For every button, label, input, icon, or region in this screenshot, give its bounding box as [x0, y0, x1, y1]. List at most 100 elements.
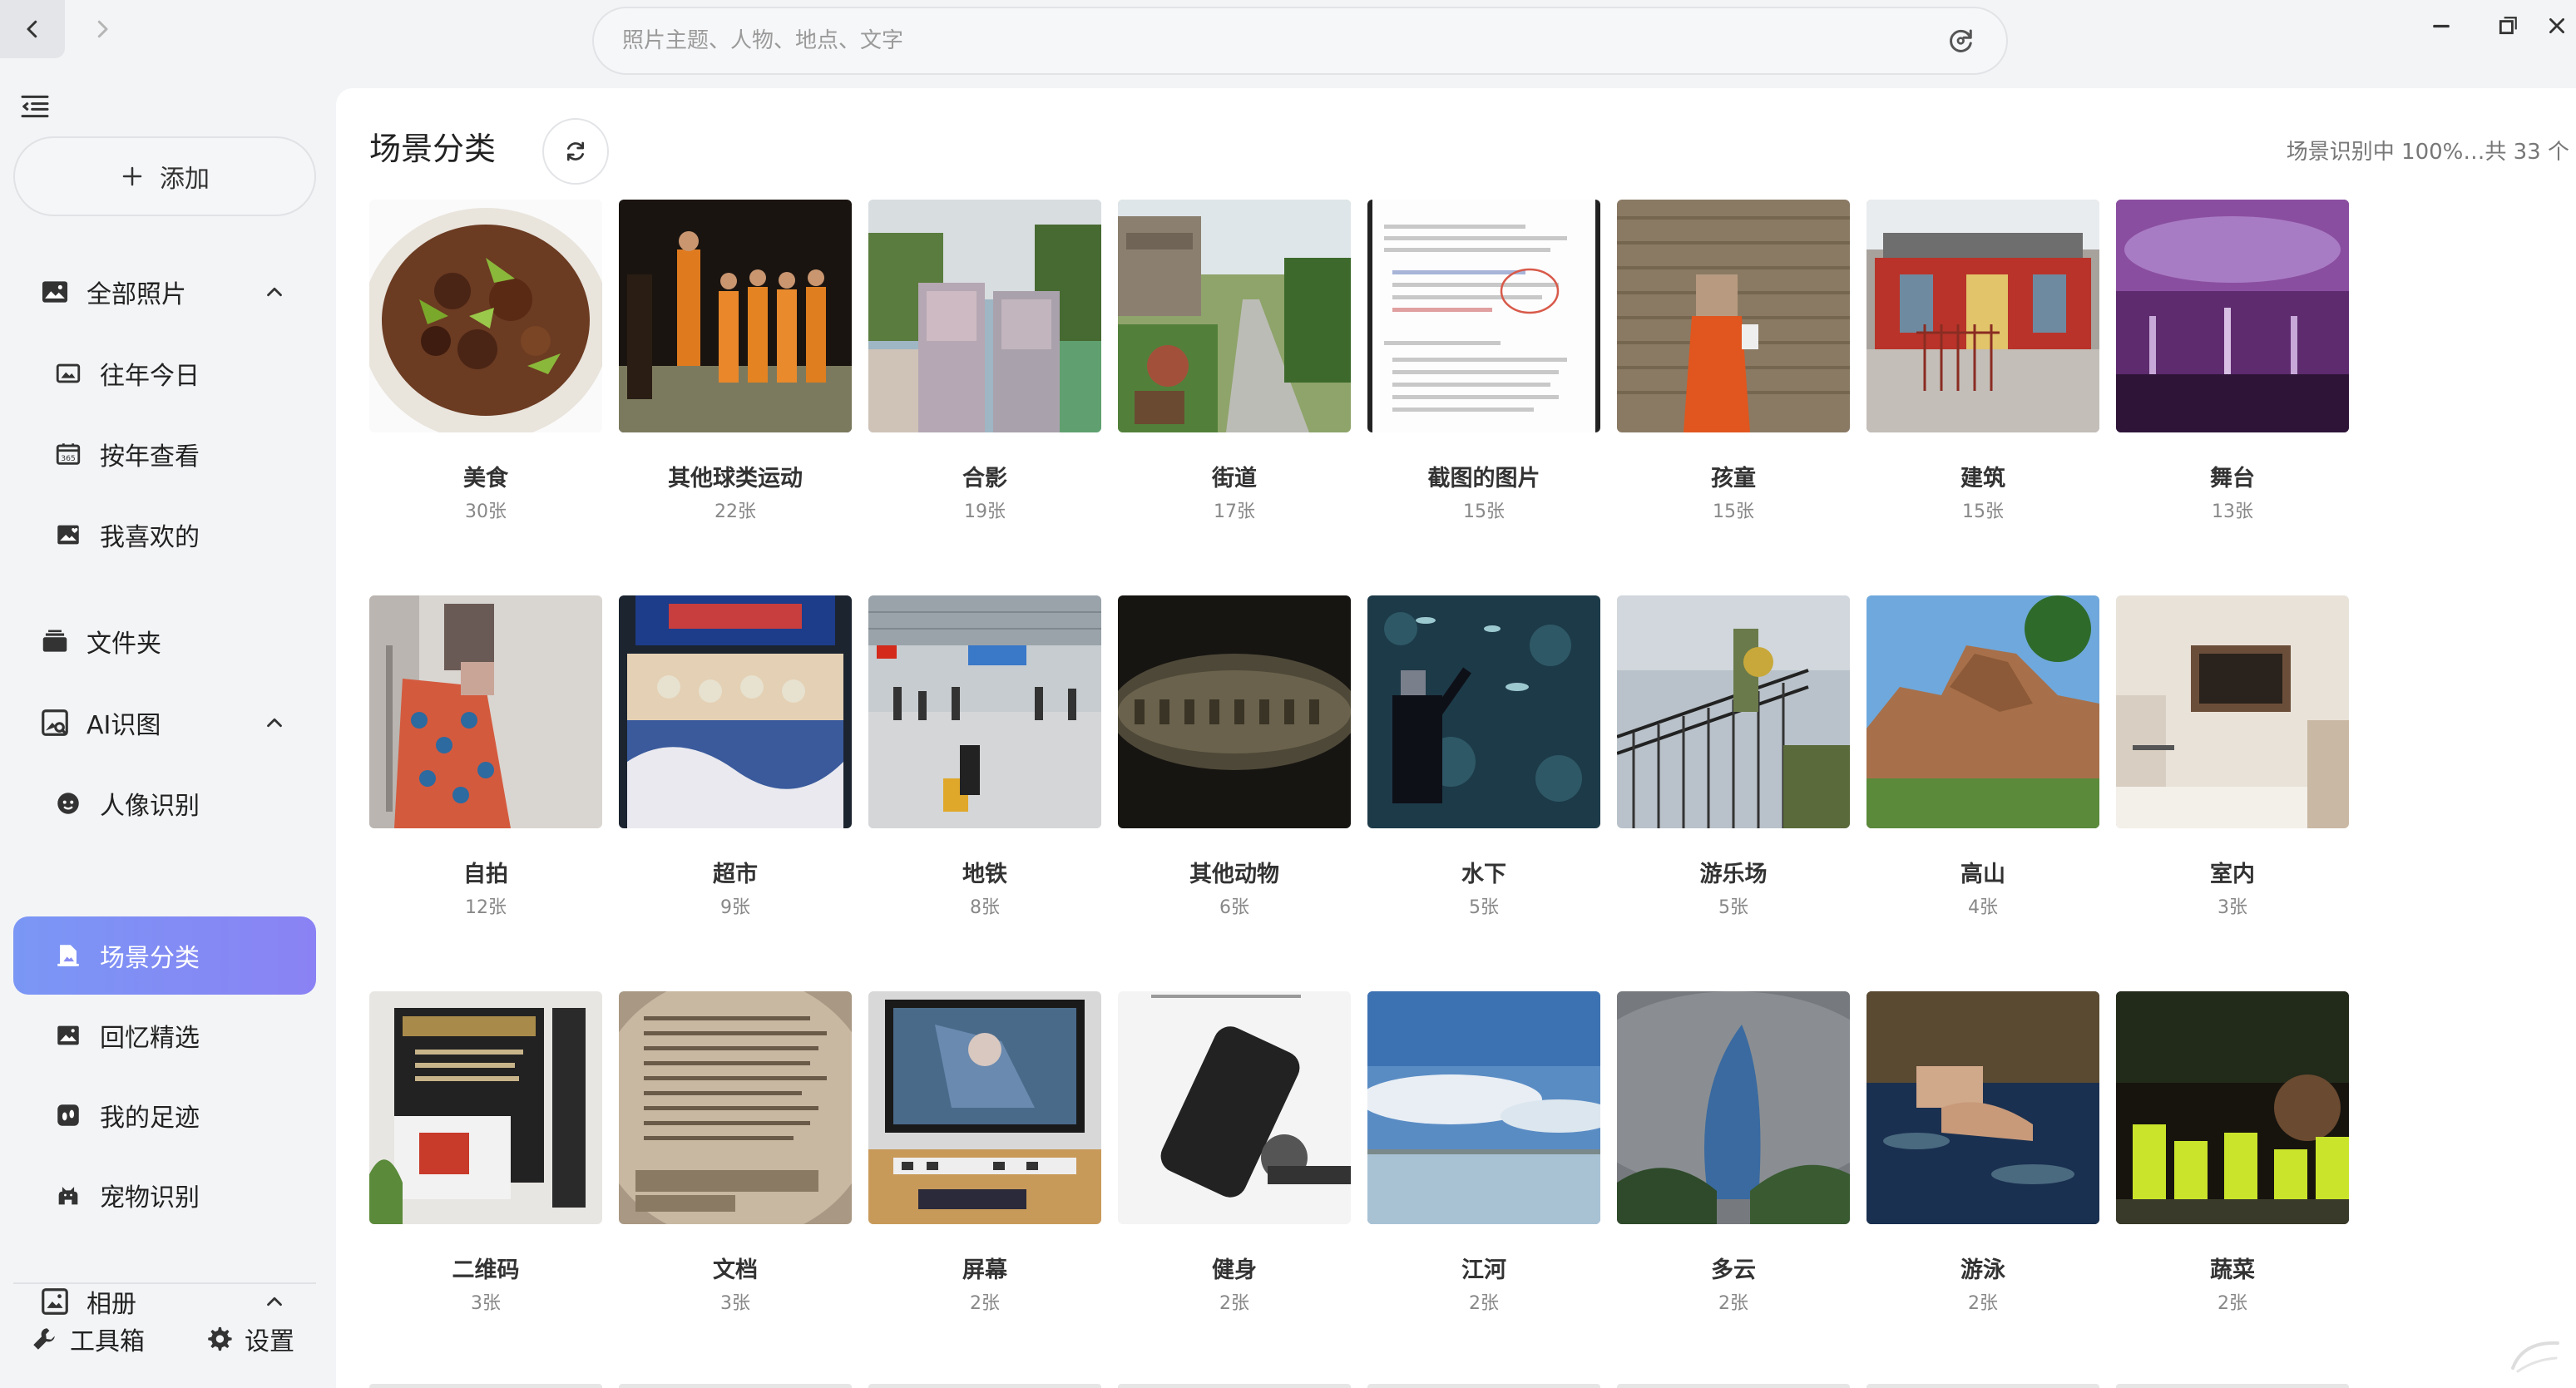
scene-photo-count: 15张: [1713, 501, 1754, 522]
scene-thumbnail[interactable]: [2116, 991, 2349, 1224]
scene-photo-count: 3张: [471, 1293, 501, 1314]
scene-classification-panel: 场景分类 场景识别中 100%…共 33 个 美食 30张 其他球类运动 22张 合影 1…: [336, 88, 2576, 1388]
scene-photo-count: 3张: [720, 1293, 750, 1314]
minimize-button[interactable]: [2412, 0, 2470, 52]
sidebar-item-favorites[interactable]: 我喜欢的: [13, 496, 316, 574]
sidebar-section-all-photos[interactable]: 全部照片: [13, 253, 316, 331]
scene-thumbnail[interactable]: [369, 200, 602, 432]
scene-tile[interactable]: 江河 2张: [1367, 991, 1600, 1357]
scene-tile[interactable]: 自拍 12张: [369, 595, 602, 961]
scene-thumbnail[interactable]: [1118, 991, 1351, 1224]
close-button[interactable]: [2537, 0, 2576, 52]
scene-name: 街道: [1212, 466, 1257, 491]
scene-thumbnail[interactable]: [1367, 991, 1600, 1224]
sidebar-section-folders[interactable]: 文件夹: [13, 602, 316, 680]
search-refresh-icon[interactable]: [1946, 26, 1976, 56]
scene-thumbnail[interactable]: [1866, 595, 2099, 828]
sidebar-item-pet-recognition[interactable]: 宠物识别: [13, 1156, 316, 1234]
forward-button[interactable]: [70, 0, 135, 58]
scene-photo-count: 19张: [964, 501, 1006, 522]
scene-thumbnail[interactable]: [619, 200, 852, 432]
scene-tile[interactable]: 地铁 8张: [868, 595, 1101, 961]
photos-app-window: { "search": { "placeholder": "照片主题、人物、地点…: [0, 0, 2576, 1388]
scene-thumbnail[interactable]: [2116, 595, 2349, 828]
scene-tile[interactable]: 蔬菜 2张: [2116, 991, 2349, 1357]
scene-thumbnail[interactable]: [1866, 200, 2099, 432]
scene-thumbnail[interactable]: [1118, 200, 1351, 432]
sidebar-item-footprints[interactable]: 我的足迹: [13, 1076, 316, 1154]
add-button-label: 添加: [160, 165, 210, 194]
footprint-icon: [52, 1099, 85, 1132]
scene-name: 游乐场: [1699, 862, 1768, 887]
search-input[interactable]: [622, 28, 1946, 53]
scene-tile[interactable]: 舞台 13张: [2116, 200, 2349, 566]
chevron-up-icon[interactable]: [258, 706, 291, 739]
watermark-logo: [2511, 1341, 2559, 1373]
scene-thumbnail[interactable]: [1617, 595, 1850, 828]
heart-photo-icon: [52, 518, 85, 551]
scene-thumbnail[interactable]: [1617, 991, 1850, 1224]
title-bar: [0, 0, 2576, 83]
sidebar-item-face-recognition[interactable]: 人像识别: [13, 764, 316, 842]
sidebar-item-memories[interactable]: 回忆精选: [13, 996, 316, 1074]
scene-tile[interactable]: 高山 4张: [1866, 595, 2099, 961]
scene-tile[interactable]: 游泳 2张: [1866, 991, 2099, 1357]
search-bar[interactable]: [592, 7, 2008, 75]
refresh-button[interactable]: [542, 118, 609, 185]
scene-tile[interactable]: 其他动物 6张: [1118, 595, 1351, 961]
scene-tile[interactable]: 屏幕 2张: [868, 991, 1101, 1357]
scene-thumbnail[interactable]: [369, 991, 602, 1224]
scene-photo-count: 17张: [1214, 501, 1255, 522]
scene-photo-count: 5张: [1469, 897, 1499, 918]
scene-tile[interactable]: 合影 19张: [868, 200, 1101, 566]
next-row-peek: [1617, 1384, 1850, 1388]
scene-thumbnail[interactable]: [1118, 595, 1351, 828]
scene-thumbnail[interactable]: [868, 595, 1101, 828]
scene-thumbnail[interactable]: [619, 595, 852, 828]
scene-tile[interactable]: 游乐场 5张: [1617, 595, 1850, 961]
sidebar-item-by-year[interactable]: 365 按年查看: [13, 415, 316, 493]
scene-thumbnail[interactable]: [1866, 991, 2099, 1224]
scene-thumbnail[interactable]: [1367, 200, 1600, 432]
scene-thumbnail[interactable]: [1367, 595, 1600, 828]
sidebar-section-ai-recognition[interactable]: AI识图: [13, 684, 316, 762]
toolbox-button[interactable]: 工具箱: [30, 1312, 145, 1366]
scene-tile[interactable]: 超市 9张: [619, 595, 852, 961]
sidebar-item-on-this-day[interactable]: 往年今日: [13, 334, 316, 412]
scene-tile[interactable]: 健身 2张: [1118, 991, 1351, 1357]
sidebar-item-scene-classification[interactable]: 场景分类: [13, 916, 316, 995]
next-row-peek: [868, 1384, 1101, 1388]
scene-thumbnail[interactable]: [1617, 200, 1850, 432]
scene-thumbnail[interactable]: [2116, 200, 2349, 432]
back-button[interactable]: [0, 0, 65, 58]
scene-tile[interactable]: 美食 30张: [369, 200, 602, 566]
scene-tile[interactable]: 其他球类运动 22张: [619, 200, 852, 566]
scene-name: 自拍: [463, 862, 508, 887]
scene-tile[interactable]: 文档 3张: [619, 991, 852, 1357]
sidebar-section-label: 全部照片: [87, 280, 186, 309]
scene-thumbnail[interactable]: [619, 991, 852, 1224]
add-button[interactable]: 添加: [13, 136, 316, 216]
scene-tile[interactable]: 街道 17张: [1118, 200, 1351, 566]
recognition-status: 场景识别中 100%…共 33 个: [2286, 140, 2569, 165]
scene-tile[interactable]: 建筑 15张: [1866, 200, 2099, 566]
restore-button[interactable]: [2479, 0, 2537, 52]
scene-name: 其他球类运动: [668, 466, 803, 491]
scene-thumbnail[interactable]: [868, 991, 1101, 1224]
next-row-peek: [2116, 1384, 2349, 1388]
scene-tile[interactable]: 二维码 3张: [369, 991, 602, 1357]
scene-name: 合影: [962, 466, 1007, 491]
scene-photo-count: 2张: [2218, 1293, 2247, 1314]
memories-icon: [52, 1019, 85, 1052]
scene-tile[interactable]: 室内 3张: [2116, 595, 2349, 961]
scene-tile[interactable]: 孩童 15张: [1617, 200, 1850, 566]
scene-tile[interactable]: 截图的图片 15张: [1367, 200, 1600, 566]
chevron-up-icon[interactable]: [258, 275, 291, 309]
sidebar-toggle-button[interactable]: [15, 86, 55, 126]
scene-tile[interactable]: 水下 5张: [1367, 595, 1600, 961]
scene-thumbnail[interactable]: [369, 595, 602, 828]
scene-thumbnail[interactable]: [868, 200, 1101, 432]
image-icon: [38, 275, 72, 309]
scene-tile[interactable]: 多云 2张: [1617, 991, 1850, 1357]
settings-button[interactable]: 设置: [205, 1312, 294, 1366]
